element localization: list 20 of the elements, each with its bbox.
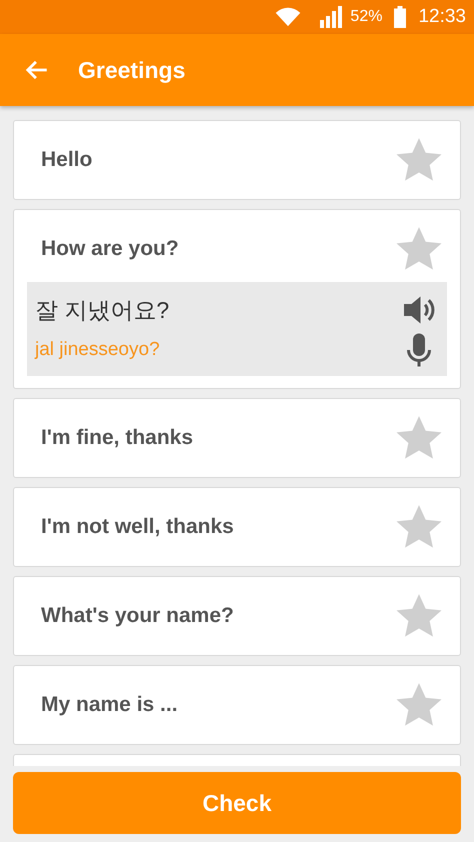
phrase-text: I'm fine, thanks	[41, 426, 194, 450]
phrase-card[interactable]: How are you? 잘 지냈어요? jal jinesseoyo?	[13, 209, 461, 389]
phrase-text: How are you?	[41, 237, 179, 261]
clock-time: 12:33	[418, 6, 466, 28]
screen-title: Greetings	[78, 56, 186, 84]
romanization-text: jal jinesseoyo?	[35, 339, 160, 361]
battery-icon	[394, 6, 406, 28]
phrase-card[interactable]: I'm not well, thanks	[13, 487, 461, 567]
phrase-text: I'm not well, thanks	[41, 515, 234, 539]
phrase-card[interactable]: What's your name?	[13, 576, 461, 656]
korean-text: 잘 지냈어요?	[35, 296, 170, 324]
phrase-card[interactable]: Hello	[13, 120, 461, 200]
phrase-text: My name is ...	[41, 693, 178, 717]
wifi-icon	[274, 7, 302, 27]
battery-percent: 52%	[350, 8, 382, 26]
signal-icon	[320, 6, 344, 28]
phrase-text: What's your name?	[41, 604, 234, 628]
phrase-text: Hello	[41, 148, 92, 172]
phrase-card[interactable]: I'm fine, thanks	[13, 398, 461, 478]
phrase-card[interactable]: My name is ...	[13, 665, 461, 745]
